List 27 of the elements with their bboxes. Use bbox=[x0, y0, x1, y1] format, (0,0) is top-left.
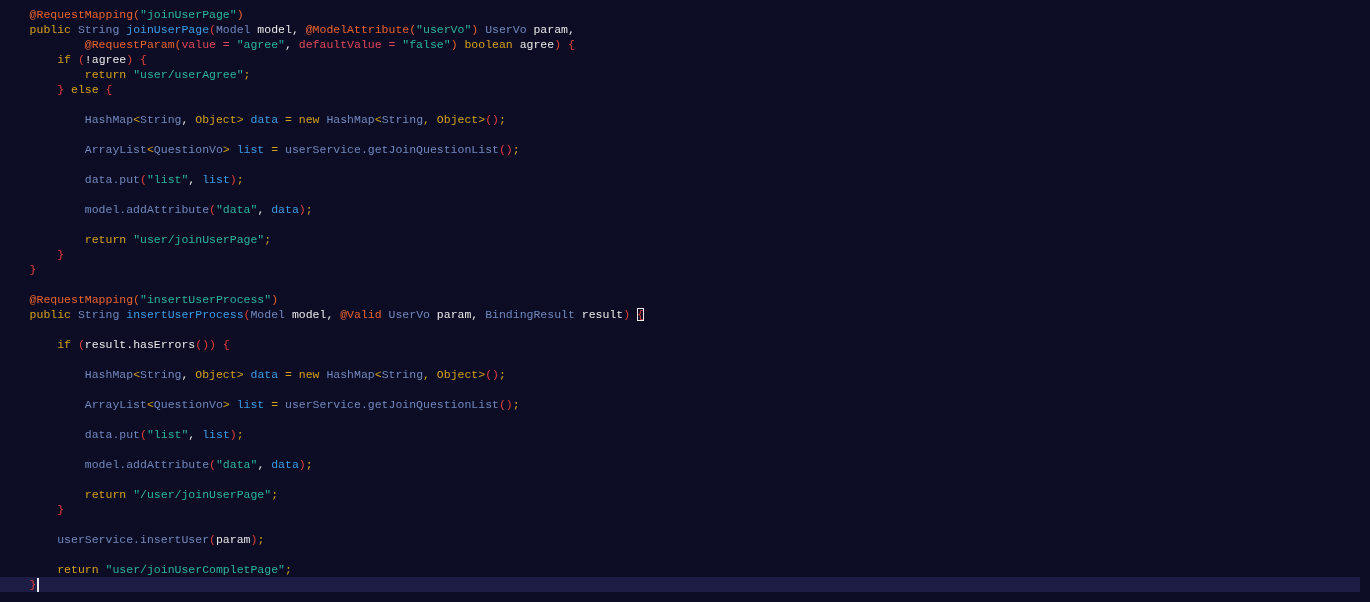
code-line: HashMap<String, Object> data = new HashMap<String, Object>(); bbox=[83, 367, 506, 382]
code-line: ArrayList<QuestionVo> list = userService.getJoinQuestionList(); bbox=[83, 142, 520, 157]
code-line: return "/user/joinUserPage"; bbox=[83, 487, 279, 502]
code-line: model.addAttribute("data", data); bbox=[83, 202, 313, 217]
code-line: @RequestMapping("joinUserPage") bbox=[28, 7, 244, 22]
code-line: public String joinUserPage(Model model, @ModelAttribute("userVo") UserVo param, bbox=[28, 22, 575, 37]
code-editor[interactable] bbox=[0, 0, 1370, 602]
code-line: data.put("list", list); bbox=[83, 427, 244, 442]
code-line: return "user/userAgree"; bbox=[83, 67, 251, 82]
code-line: } bbox=[56, 502, 65, 517]
code-line: @RequestParam(value = "agree", defaultValue = "false") boolean agree) { bbox=[83, 37, 575, 52]
code-line: public String insertUserProcess(Model model, @Valid UserVo param, BindingResult result) { bbox=[28, 307, 644, 322]
code-line: model.addAttribute("data", data); bbox=[83, 457, 313, 472]
text-cursor bbox=[36, 577, 39, 592]
code-line: } bbox=[56, 247, 65, 262]
code-line: return "user/joinUserCompletPage"; bbox=[56, 562, 292, 577]
code-line: ArrayList<QuestionVo> list = userService.getJoinQuestionList(); bbox=[83, 397, 520, 412]
code-line: } bbox=[28, 262, 37, 277]
code-line: if (result.hasErrors()) { bbox=[56, 337, 230, 352]
code-line: @RequestMapping("insertUserProcess") bbox=[28, 292, 279, 307]
code-line: HashMap<String, Object> data = new HashMap<String, Object>(); bbox=[83, 112, 506, 127]
code-line: } bbox=[28, 577, 37, 592]
code-line: data.put("list", list); bbox=[83, 172, 244, 187]
code-line: userService.insertUser(param); bbox=[56, 532, 265, 547]
code-line: return "user/joinUserPage"; bbox=[83, 232, 272, 247]
code-line: } else { bbox=[56, 82, 113, 97]
code-line: if (!agree) { bbox=[56, 52, 147, 67]
